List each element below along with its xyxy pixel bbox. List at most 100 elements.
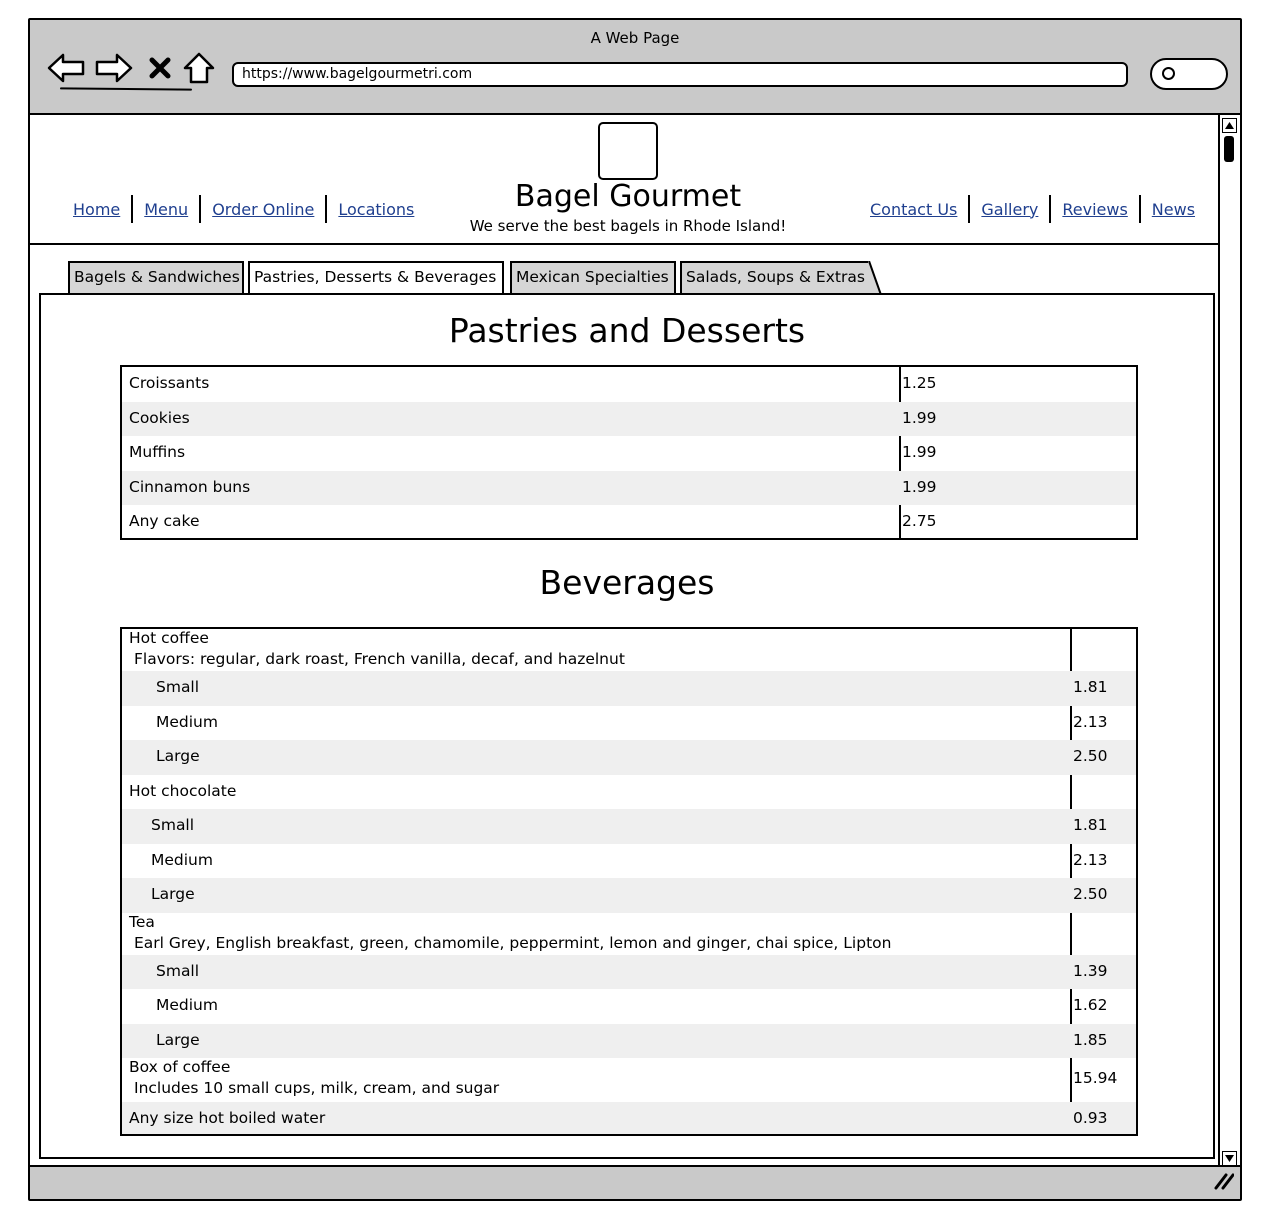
item-name: Box of coffee bbox=[129, 1058, 231, 1076]
item-price: 1.99 bbox=[902, 408, 937, 427]
nav-link-reviews[interactable]: Reviews bbox=[1062, 200, 1127, 219]
nav-link-contact-us[interactable]: Contact Us bbox=[870, 200, 957, 219]
table-row: Box of coffee Includes 10 small cups, mil… bbox=[122, 1058, 1136, 1102]
tab-salads-soups-extras[interactable]: Salads, Soups & Extras bbox=[680, 261, 870, 295]
table-row: Large 2.50 bbox=[122, 740, 1136, 775]
item-price: 1.81 bbox=[1073, 816, 1108, 834]
nav-links-right: Contact Us Gallery Reviews News bbox=[870, 195, 1195, 223]
item-description: Includes 10 small cups, milk, cream, and… bbox=[134, 1079, 500, 1097]
nav-separator bbox=[968, 195, 971, 223]
table-row: Medium 2.13 bbox=[122, 706, 1136, 741]
tab-bagels-sandwiches[interactable]: Bagels & Sandwiches bbox=[68, 261, 244, 295]
nav-links-left: Home Menu Order Online Locations bbox=[73, 195, 414, 223]
item-price: 1.99 bbox=[902, 477, 937, 496]
header-divider bbox=[30, 243, 1218, 245]
item-name: Hot coffee bbox=[129, 629, 209, 647]
table-row: Hot coffee Flavors: regular, dark roast, … bbox=[122, 629, 1136, 671]
scroll-up-arrow-icon[interactable] bbox=[1222, 118, 1237, 133]
item-price: 1.25 bbox=[902, 374, 937, 392]
item-price: 1.62 bbox=[1073, 996, 1108, 1014]
nav-link-menu[interactable]: Menu bbox=[144, 200, 188, 219]
site-logo-placeholder bbox=[598, 122, 658, 180]
tab-mexican-specialties[interactable]: Mexican Specialties bbox=[510, 261, 676, 295]
scroll-down-arrow-icon[interactable] bbox=[1222, 1151, 1237, 1166]
item-name: Large bbox=[156, 747, 200, 765]
item-name: Medium bbox=[151, 850, 213, 869]
beverages-title: Beverages bbox=[539, 563, 715, 602]
item-description: Earl Grey, English breakfast, green, cha… bbox=[134, 933, 892, 952]
page-content: Bagel Gourmet We serve the best bagels i… bbox=[30, 115, 1218, 1167]
item-price: 0.93 bbox=[1073, 1109, 1108, 1127]
item-name: Tea bbox=[129, 912, 155, 931]
table-row: Any size hot boiled water 0.93 bbox=[122, 1102, 1136, 1134]
nav-link-locations[interactable]: Locations bbox=[338, 200, 414, 219]
table-row: Cookies 1.99 bbox=[122, 401, 1136, 436]
tab-label: Bagels & Sandwiches bbox=[74, 268, 240, 286]
back-arrow-icon[interactable] bbox=[46, 50, 86, 86]
item-name: Large bbox=[151, 885, 195, 903]
item-price: 2.50 bbox=[1073, 747, 1108, 765]
nav-separator bbox=[1049, 195, 1052, 223]
tab-label: Pastries, Desserts & Beverages bbox=[254, 268, 497, 286]
nav-separator bbox=[1138, 195, 1141, 223]
nav-separator bbox=[199, 195, 202, 223]
item-price: 1.85 bbox=[1073, 1030, 1108, 1049]
item-description: Flavors: regular, dark roast, French van… bbox=[134, 650, 625, 668]
table-row: Medium 1.62 bbox=[122, 989, 1136, 1024]
window-title: A Web Page bbox=[590, 29, 680, 47]
item-name: Cinnamon buns bbox=[129, 477, 251, 496]
beverages-table: Hot coffee Flavors: regular, dark roast, … bbox=[120, 627, 1138, 1136]
item-price: 2.75 bbox=[902, 512, 937, 530]
table-row: Small 1.81 bbox=[122, 809, 1136, 844]
pastries-title: Pastries and Desserts bbox=[448, 311, 806, 350]
table-row: Large 1.85 bbox=[122, 1023, 1136, 1058]
browser-window: A Web Page https://www.bagelgourmetri.co… bbox=[28, 18, 1242, 1201]
home-icon[interactable] bbox=[182, 50, 216, 86]
nav-link-order-online[interactable]: Order Online bbox=[212, 200, 314, 219]
item-name: Hot chocolate bbox=[129, 781, 237, 800]
tab-panel: Pastries and Desserts Croissants 1.25 Cook… bbox=[39, 293, 1215, 1159]
table-row: Any cake 2.75 bbox=[122, 505, 1136, 538]
item-name: Croissants bbox=[129, 374, 210, 392]
tab-slant-edge bbox=[868, 261, 882, 295]
nav-link-gallery[interactable]: Gallery bbox=[981, 200, 1038, 219]
item-name: Muffins bbox=[129, 443, 186, 461]
address-bar[interactable]: https://www.bagelgourmetri.com bbox=[232, 62, 1128, 87]
tab-label: Salads, Soups & Extras bbox=[686, 268, 865, 286]
item-name: Any size hot boiled water bbox=[129, 1109, 326, 1127]
url-text: https://www.bagelgourmetri.com bbox=[242, 66, 473, 82]
browser-titlebar: A Web Page https://www.bagelgourmetri.co… bbox=[30, 20, 1240, 115]
table-row: Cinnamon buns 1.99 bbox=[122, 470, 1136, 505]
table-row: Small 1.81 bbox=[122, 671, 1136, 706]
table-row: Tea Earl Grey, English breakfast, green, … bbox=[122, 913, 1136, 955]
table-row: Hot chocolate bbox=[122, 775, 1136, 810]
stop-x-icon[interactable] bbox=[146, 50, 174, 86]
item-name: Small bbox=[151, 816, 195, 834]
table-row: Large 2.50 bbox=[122, 878, 1136, 913]
scrollbar-thumb[interactable] bbox=[1224, 136, 1234, 162]
item-name: Small bbox=[156, 678, 200, 696]
item-price: 2.13 bbox=[1073, 850, 1108, 869]
item-price: 1.81 bbox=[1073, 678, 1108, 696]
item-name: Large bbox=[156, 1030, 200, 1049]
item-name: Medium bbox=[156, 712, 218, 731]
browser-search-button[interactable] bbox=[1150, 58, 1228, 90]
table-row: Croissants 1.25 bbox=[122, 367, 1136, 402]
pastries-table: Croissants 1.25 Cookies 1.99 Muffins 1.99 Cinn… bbox=[120, 365, 1138, 540]
resize-grip-icon[interactable] bbox=[1212, 1172, 1235, 1194]
item-name: Medium bbox=[156, 996, 218, 1014]
item-name: Any cake bbox=[129, 512, 200, 530]
table-row: Muffins 1.99 bbox=[122, 436, 1136, 471]
nav-link-home[interactable]: Home bbox=[73, 200, 120, 219]
item-price: 1.99 bbox=[902, 443, 937, 461]
table-row: Medium 2.13 bbox=[122, 844, 1136, 879]
tab-label: Mexican Specialties bbox=[516, 268, 669, 286]
nav-link-news[interactable]: News bbox=[1152, 200, 1195, 219]
vertical-scrollbar[interactable] bbox=[1218, 115, 1240, 1170]
nav-buttons-underline bbox=[59, 87, 193, 91]
table-row: Small 1.39 bbox=[122, 954, 1136, 989]
tab-pastries-desserts-beverages[interactable]: Pastries, Desserts & Beverages bbox=[248, 261, 504, 297]
item-name: Small bbox=[156, 961, 200, 980]
forward-arrow-icon[interactable] bbox=[94, 50, 134, 86]
browser-statusbar bbox=[30, 1165, 1240, 1199]
